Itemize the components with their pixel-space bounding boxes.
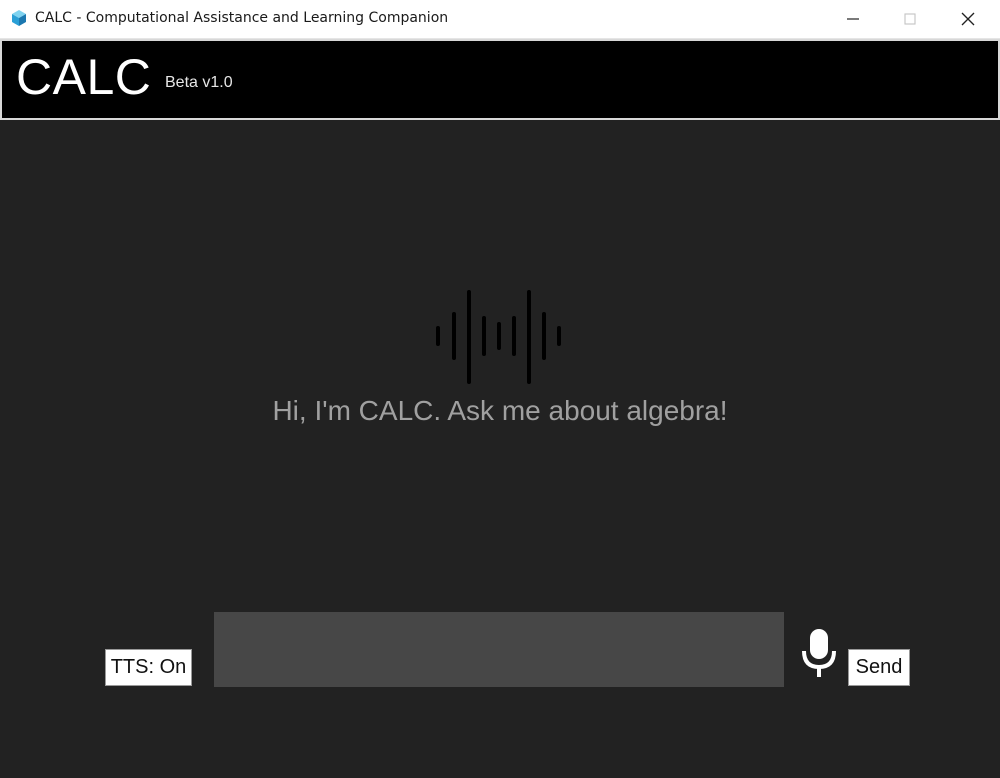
maximize-icon	[904, 13, 916, 25]
window-title: CALC - Computational Assistance and Lear…	[35, 10, 449, 26]
microphone-icon	[802, 629, 836, 677]
version-label: Beta v1.0	[165, 74, 233, 91]
close-button[interactable]	[939, 0, 997, 38]
app-brand: CALC	[16, 49, 152, 105]
cube-icon	[11, 9, 27, 27]
message-input[interactable]	[214, 612, 784, 687]
app-header: CALC Beta v1.0	[0, 39, 1000, 120]
window-title-bar: CALC - Computational Assistance and Lear…	[0, 0, 1000, 39]
waveform-icon	[436, 290, 561, 384]
send-button[interactable]: Send	[848, 649, 910, 686]
close-icon	[961, 12, 975, 26]
microphone-button[interactable]	[799, 627, 839, 679]
minimize-icon	[847, 18, 859, 20]
minimize-button[interactable]	[824, 0, 882, 38]
greeting-text: Hi, I'm CALC. Ask me about algebra!	[272, 395, 728, 426]
tts-toggle-button[interactable]: TTS: On	[105, 649, 192, 686]
maximize-button[interactable]	[881, 0, 939, 38]
